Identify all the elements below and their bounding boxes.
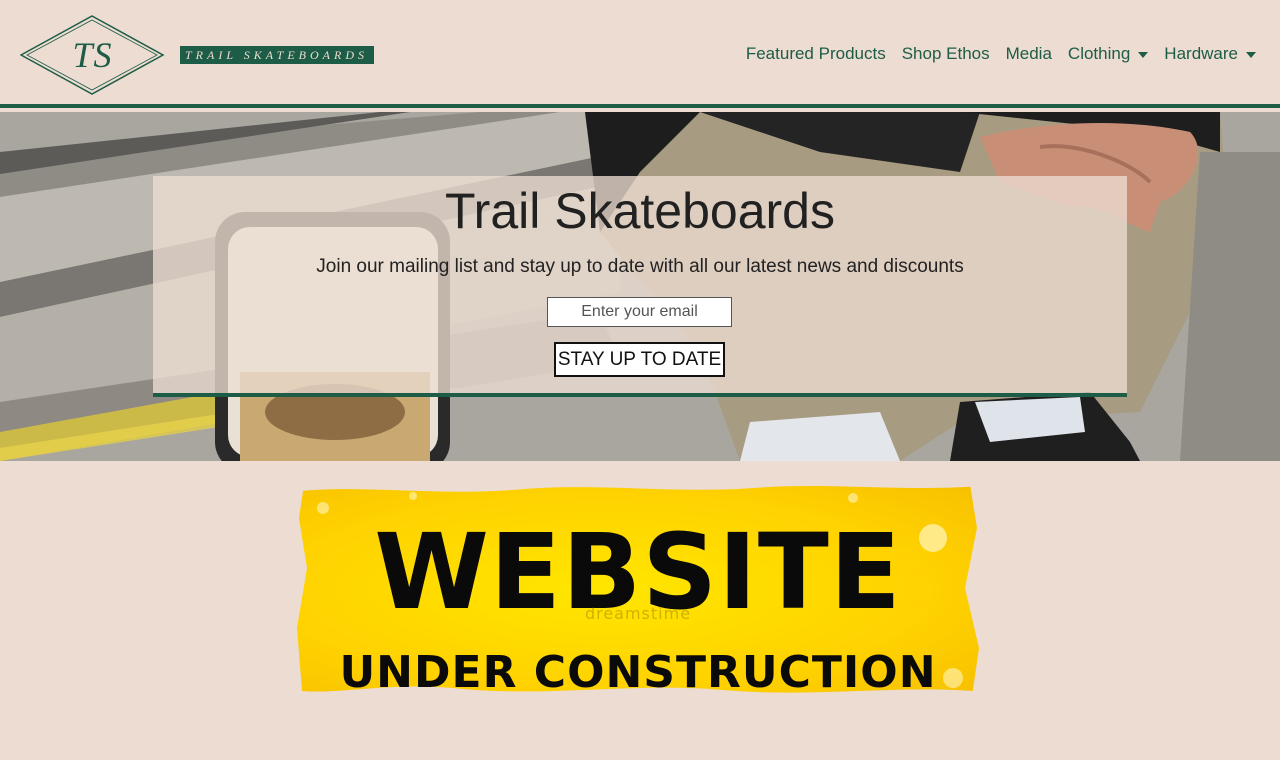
construction-subline: UNDER CONSTRUCTION (339, 647, 937, 698)
hero-signup-panel: Trail Skateboards Join our mailing list … (153, 176, 1127, 397)
watermark-text: dreamstime (584, 604, 692, 623)
nav-label: Hardware (1164, 44, 1238, 63)
nav-label: Featured Products (745, 44, 886, 63)
hero-title: Trail Skateboards (445, 183, 835, 239)
nav-shop-ethos[interactable]: Shop Ethos (902, 44, 990, 64)
nav-media[interactable]: Media (1006, 44, 1052, 64)
nav-label: Media (1005, 44, 1052, 63)
nav-hardware-dropdown[interactable]: Hardware (1164, 44, 1256, 64)
hero-subtitle: Join our mailing list and stay up to dat… (316, 256, 964, 277)
stay-up-to-date-button[interactable]: STAY UP TO DATE (554, 342, 725, 377)
navbar: TS TRAIL SKATEBOARDS Featured Products S… (0, 0, 1280, 108)
caret-down-icon (1138, 52, 1149, 58)
brand-tagline[interactable]: TRAIL SKATEBOARDS (180, 46, 375, 64)
caret-down-icon (1246, 52, 1256, 58)
nav-label: Shop Ethos (901, 44, 990, 63)
nav-label: Clothing (1067, 44, 1131, 63)
main-nav: Featured Products Shop Ethos Media Cloth… (746, 44, 1256, 64)
brand-logo[interactable]: TS (20, 15, 165, 95)
email-input[interactable] (547, 297, 732, 327)
nav-featured-products[interactable]: Featured Products (746, 44, 886, 64)
logo-monogram: TS (72, 35, 113, 75)
nav-clothing-dropdown[interactable]: Clothing (1067, 44, 1149, 64)
under-construction-banner: WEBSITE dreamstime UNDER CONSTRUCTION (293, 478, 983, 703)
hero-section: Trail Skateboards Join our mailing list … (0, 112, 1280, 461)
